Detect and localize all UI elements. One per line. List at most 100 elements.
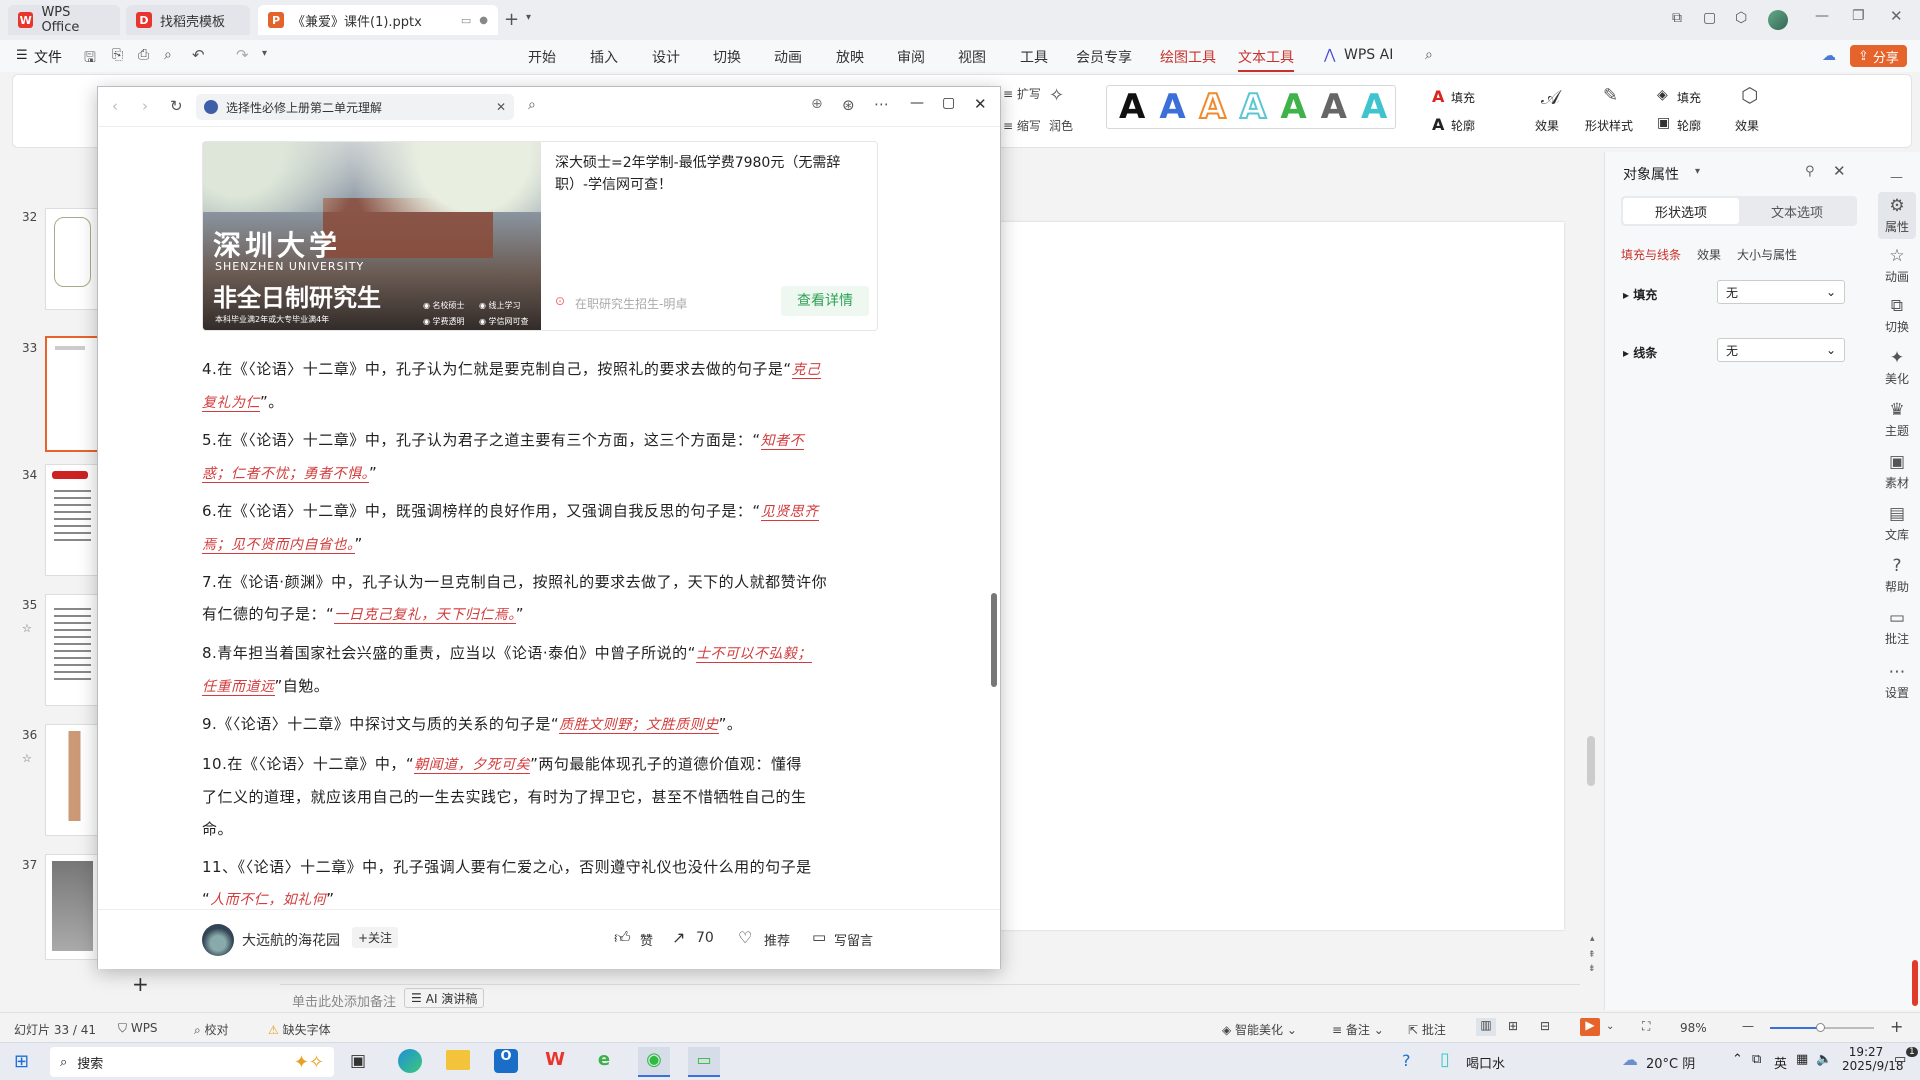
shape-style-button[interactable]: 形状样式	[1585, 117, 1633, 134]
undo-icon[interactable]: ↶	[192, 46, 205, 64]
minimize-icon[interactable]: —	[910, 95, 924, 111]
window-icon[interactable]: ▢	[1703, 10, 1716, 26]
menu-wps-ai[interactable]: WPS AI	[1344, 47, 1393, 63]
recommend-label[interactable]: 推荐	[764, 930, 790, 949]
panel-close-icon[interactable]: ✕	[1833, 162, 1846, 180]
fill-section-label[interactable]: ▸ 填充	[1623, 286, 1657, 303]
fit-window-icon[interactable]: ⛶	[1642, 1019, 1650, 1034]
text-effect-icon[interactable]: 𝒜	[1541, 85, 1560, 109]
hamburger-icon[interactable]: ☰	[16, 48, 28, 63]
collapse-icon[interactable]: —	[1890, 170, 1903, 185]
rbar-animation[interactable]: ☆ 动画	[1874, 246, 1920, 285]
popup-scrollbar-thumb[interactable]	[991, 593, 997, 687]
more-chevron-icon[interactable]: ▾	[262, 48, 267, 59]
search-icon[interactable]: ⌕	[528, 97, 536, 113]
subtab-size[interactable]: 大小与属性	[1737, 246, 1797, 263]
close-icon[interactable]: ✕	[974, 95, 987, 113]
save-icon[interactable]: 🖫	[84, 47, 96, 71]
forward-icon[interactable]: ›	[142, 97, 148, 115]
like-label[interactable]: 赞	[640, 930, 653, 949]
file-menu[interactable]: 文件	[34, 47, 62, 67]
tray-app-icon[interactable]: ⧉	[1752, 1052, 1761, 1067]
slide-thumb-35[interactable]	[45, 594, 100, 706]
rbar-beautify[interactable]: ✦ 美化	[1874, 348, 1920, 387]
notes-button[interactable]: ≡ 备注 ⌄	[1332, 1021, 1384, 1038]
menu-text-tools[interactable]: 文本工具	[1238, 47, 1294, 72]
star-icon[interactable]: ☆	[22, 752, 32, 765]
wps-status-button[interactable]: ⛉ WPS	[118, 1021, 158, 1036]
add-slide-icon[interactable]: +	[132, 972, 149, 996]
tab-monitor-icon[interactable]: ▭	[461, 14, 471, 27]
menu-insert[interactable]: 插入	[590, 47, 618, 67]
pin-icon[interactable]: ⚲	[1805, 164, 1815, 179]
menu-tools[interactable]: 工具	[1020, 47, 1048, 67]
preview-icon[interactable]: ⌕	[164, 47, 172, 63]
art-style-green[interactable]: A	[1280, 87, 1306, 127]
rbar-theme[interactable]: ♛ 主题	[1874, 400, 1920, 439]
outlook-icon[interactable]: O	[494, 1049, 518, 1073]
download-icon[interactable]: ⊕	[811, 96, 823, 112]
slide-thumb-36[interactable]	[45, 724, 100, 836]
app-taskbar-icon[interactable]: ▭	[688, 1047, 720, 1077]
reading-view-icon[interactable]: ⊟	[1540, 1019, 1550, 1033]
slide-thumb-37[interactable]	[45, 854, 100, 960]
rbar-material[interactable]: ▣ 素材	[1874, 452, 1920, 491]
polish-button[interactable]: 润色	[1049, 117, 1073, 134]
cube-icon[interactable]: ⬡	[1735, 10, 1747, 26]
share-count[interactable]: 70	[696, 930, 714, 946]
shape-effect-icon[interactable]: ⬡	[1741, 83, 1758, 107]
minimize-icon[interactable]: —	[1815, 8, 1829, 24]
tab-close-icon[interactable]: ✕	[496, 100, 506, 114]
export-icon[interactable]: ⎘	[112, 47, 123, 63]
edge-icon[interactable]	[398, 1049, 422, 1073]
zoom-value[interactable]: 98%	[1680, 1021, 1707, 1035]
art-style-gray[interactable]: A	[1321, 87, 1347, 127]
text-outline-button[interactable]: 轮廓	[1451, 117, 1475, 134]
shape-effect-button[interactable]: 效果	[1735, 117, 1759, 134]
wps-ai-icon[interactable]: ⋀	[1324, 47, 1335, 63]
expand-button[interactable]: ≡ 扩写	[1003, 85, 1041, 102]
maximize-icon[interactable]: ▢	[942, 95, 955, 111]
art-style-teal[interactable]: A	[1361, 87, 1387, 127]
rbar-transition[interactable]: ⧉ 切换	[1874, 296, 1920, 335]
more-dots-icon[interactable]: ⋯	[874, 95, 889, 113]
star-icon[interactable]: ☆	[22, 622, 32, 635]
art-style-orange-outline[interactable]: A	[1199, 86, 1227, 128]
shape-outline-button[interactable]: 轮廓	[1677, 117, 1701, 134]
zoom-out-icon[interactable]: —	[1742, 1019, 1754, 1033]
text-fill-icon[interactable]: A	[1432, 87, 1444, 106]
text-effect-button[interactable]: 效果	[1535, 117, 1559, 134]
play-icon[interactable]: ▶	[1580, 1018, 1600, 1036]
zoom-slider-thumb[interactable]	[1816, 1023, 1825, 1032]
art-style-cyan-outline[interactable]: A	[1239, 86, 1267, 128]
author-avatar[interactable]	[202, 924, 234, 956]
ad-cta-button[interactable]: 查看详情	[781, 286, 869, 316]
comment-button[interactable]: ⇱ 批注	[1408, 1021, 1446, 1038]
follow-button[interactable]: +关注	[352, 927, 399, 948]
weather-text[interactable]: 20°C 阴	[1646, 1053, 1695, 1072]
restore-icon[interactable]: ❐	[1852, 8, 1865, 24]
ad-card[interactable]: 深圳大学 SHENZHEN UNIVERSITY 非全日制研究生 本科毕业满2年…	[202, 141, 878, 331]
normal-view-icon[interactable]: ▥	[1476, 1018, 1496, 1036]
explorer-icon[interactable]	[446, 1050, 470, 1070]
grid-view-icon[interactable]: ⊞	[1508, 1019, 1518, 1033]
menu-review[interactable]: 审阅	[897, 47, 925, 67]
text-fill-button[interactable]: 填充	[1451, 89, 1475, 106]
back-icon[interactable]: ‹	[112, 97, 118, 115]
like-icon[interactable]: 👍︎	[614, 928, 631, 948]
menu-member[interactable]: 会员专享	[1076, 47, 1132, 67]
help-tray-icon[interactable]: ?	[1402, 1051, 1411, 1070]
windows-start-icon[interactable]: ⊞	[14, 1051, 29, 1072]
new-tab-icon[interactable]: +	[504, 9, 519, 30]
line-section-label[interactable]: ▸ 线条	[1623, 344, 1657, 361]
wps-taskbar-icon[interactable]: W	[543, 1049, 567, 1073]
ime-indicator[interactable]: 英	[1774, 1053, 1787, 1072]
menu-start[interactable]: 开始	[528, 47, 556, 67]
shape-fill-button[interactable]: 填充	[1677, 89, 1701, 106]
tab-wps-office[interactable]: W WPS Office	[8, 5, 120, 35]
menu-transition[interactable]: 切换	[713, 47, 741, 67]
rbar-settings[interactable]: ⋯ 设置	[1874, 662, 1920, 701]
text-outline-icon[interactable]: A	[1432, 115, 1444, 134]
share-button[interactable]: ⇪ 分享	[1850, 45, 1907, 67]
tab-template[interactable]: D 找稻壳模板	[126, 5, 250, 35]
